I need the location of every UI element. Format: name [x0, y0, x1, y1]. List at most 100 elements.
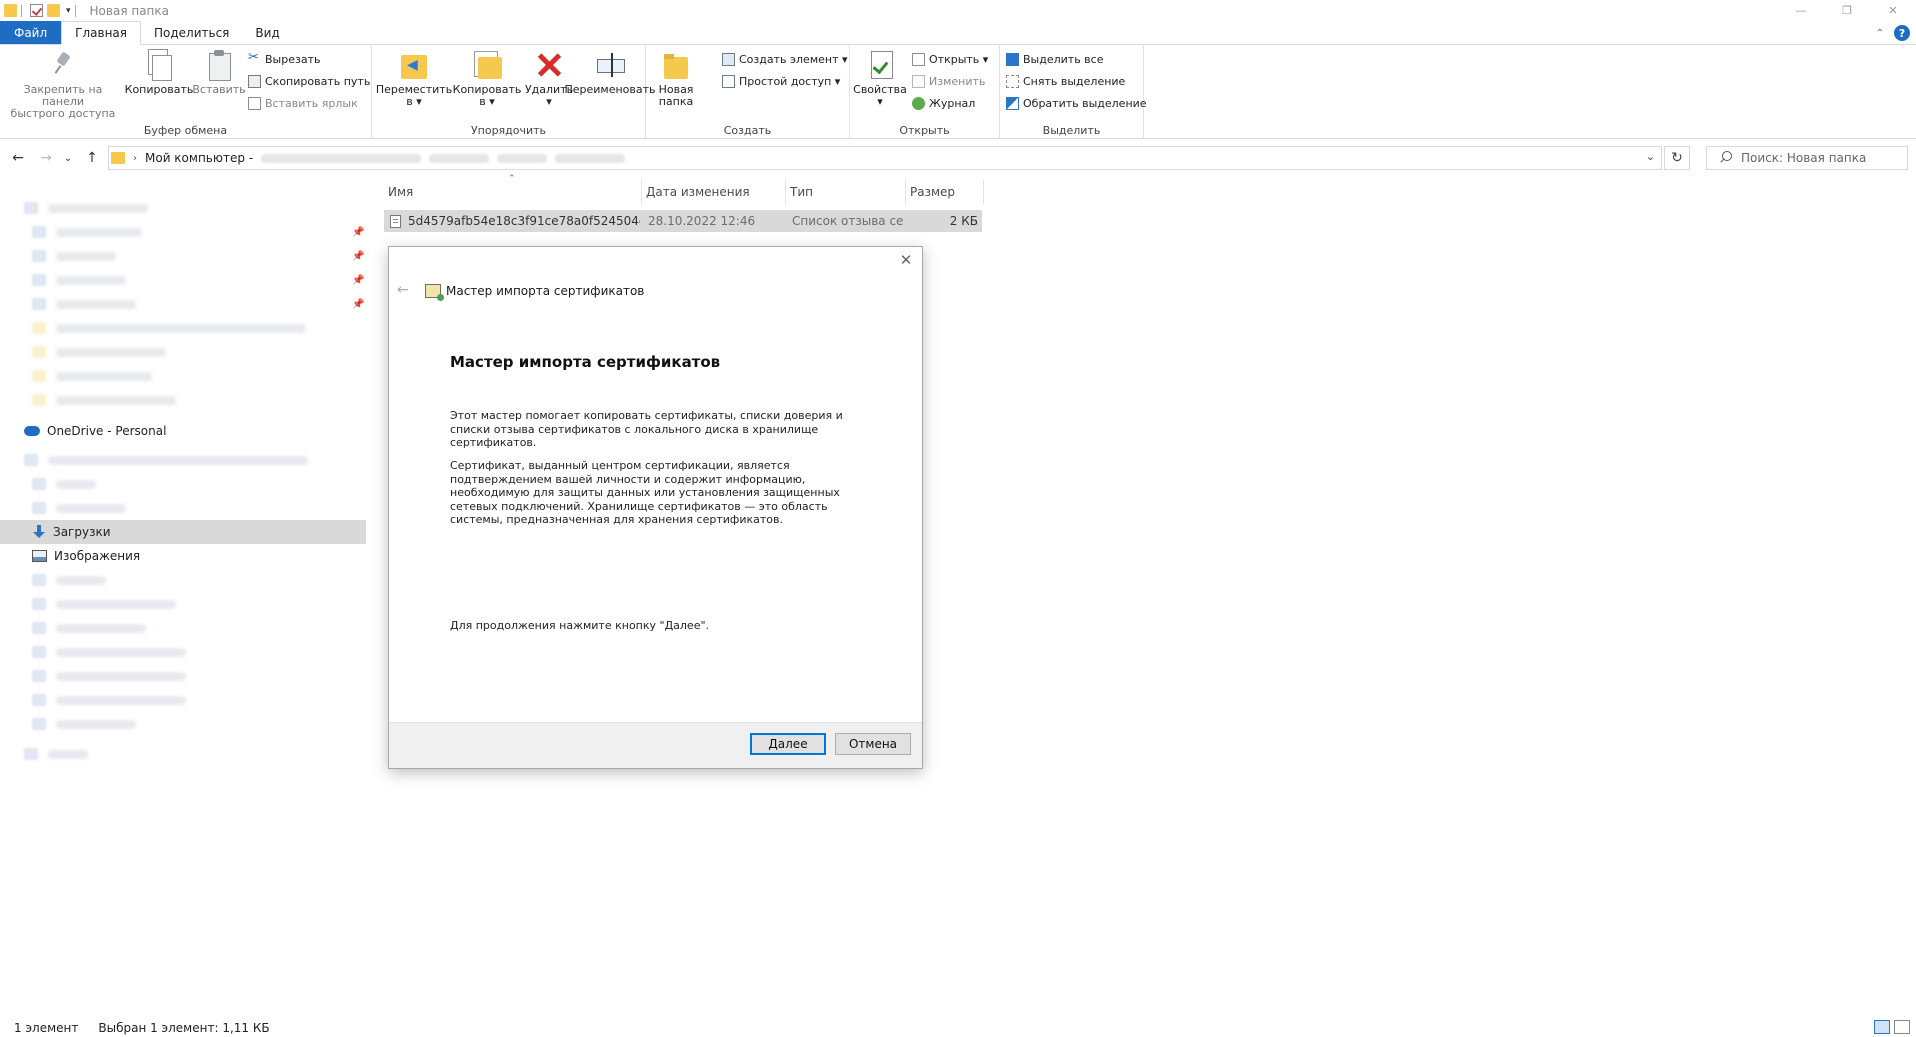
details-view-icon[interactable] [1874, 1020, 1890, 1034]
nav-item-folder[interactable] [0, 316, 366, 340]
file-name: 5d4579afb54e18c3f91ce78a0f524504ca28... [408, 214, 640, 228]
blurred-path-segment [497, 153, 548, 163]
invert-selection-button[interactable]: Обратить выделение [1006, 94, 1147, 112]
nav-item-pictures-pinned[interactable]: 📌 [0, 292, 366, 316]
dialog-back-button[interactable]: ← [397, 282, 409, 298]
nav-item-network[interactable] [0, 742, 366, 766]
forward-button[interactable]: → [36, 146, 56, 170]
copy-path-button[interactable]: Скопировать путь [248, 72, 370, 90]
cut-button[interactable]: Вырезать [248, 50, 320, 68]
new-folder-quick-icon[interactable] [47, 4, 60, 17]
open-button[interactable]: Открыть ▾ [912, 50, 988, 68]
blurred-label [56, 599, 176, 609]
history-button[interactable]: Журнал [912, 94, 975, 112]
search-box[interactable] [1706, 146, 1908, 170]
nav-item-drive[interactable] [0, 640, 366, 664]
new-group: Новая папка Создать элемент ▾ Простой до… [646, 45, 850, 139]
nav-item-downloads[interactable]: Загрузки [0, 520, 366, 544]
nav-item-onedrive[interactable]: OneDrive - Personal [0, 419, 366, 443]
properties-quick-icon[interactable] [30, 4, 43, 17]
nav-item-music[interactable] [0, 568, 366, 592]
select-all-label: Выделить все [1023, 52, 1104, 66]
nav-item-folder[interactable] [0, 340, 366, 364]
downloads-label: Загрузки [53, 525, 111, 539]
nav-item-desktop[interactable]: 📌 [0, 220, 366, 244]
nav-item-drive[interactable] [0, 712, 366, 736]
blurred-label [56, 479, 96, 489]
up-button[interactable]: ↑ [82, 146, 102, 170]
blurred-label [48, 203, 148, 213]
address-root[interactable]: Мой компьютер - [145, 151, 253, 165]
help-icon[interactable]: ? [1894, 25, 1910, 41]
window-controls: — ❐ ✕ [1778, 0, 1916, 21]
select-all-button[interactable]: Выделить все [1006, 50, 1103, 68]
tab-file[interactable]: Файл [0, 21, 62, 44]
large-icons-view-icon[interactable] [1894, 1020, 1910, 1034]
nav-item-this-pc[interactable] [0, 448, 366, 472]
search-input[interactable] [1741, 151, 1901, 165]
new-item-icon [722, 52, 735, 66]
cancel-button[interactable]: Отмена [835, 733, 911, 755]
move-to-label-line2: в ▾ [406, 95, 422, 108]
properties-button[interactable]: Свойства ▾ [853, 49, 907, 108]
refresh-button[interactable]: ↻ [1664, 146, 1690, 170]
recent-locations-button[interactable]: ⌄ [62, 146, 74, 170]
table-row[interactable]: 5d4579afb54e18c3f91ce78a0f524504ca28... … [384, 210, 982, 232]
column-type[interactable]: Тип [786, 180, 906, 204]
dialog-close-button[interactable]: ✕ [898, 252, 914, 268]
new-item-button[interactable]: Создать элемент ▾ [722, 50, 848, 68]
paste-button[interactable]: Вставить [192, 49, 246, 96]
copy-path-icon [248, 74, 261, 88]
next-button[interactable]: Далее [750, 733, 826, 755]
nav-item-drive[interactable] [0, 688, 366, 712]
nav-item-folder[interactable] [0, 388, 366, 412]
nav-item-videos[interactable] [0, 472, 366, 496]
cut-label: Вырезать [265, 52, 321, 66]
restore-button[interactable]: ❐ [1824, 0, 1870, 21]
blurred-label [56, 371, 152, 381]
blurred-icon [24, 202, 38, 214]
chevron-right-icon[interactable]: › [133, 153, 137, 164]
back-button[interactable]: ← [8, 146, 28, 170]
move-to-button[interactable]: Переместить в ▾ [376, 49, 452, 108]
edit-button[interactable]: Изменить [912, 72, 985, 90]
column-date-modified[interactable]: Дата изменения [642, 180, 786, 204]
nav-item-desktop-pc[interactable] [0, 616, 366, 640]
nav-item-3d-objects[interactable] [0, 592, 366, 616]
pin-icon[interactable]: 📌 [352, 227, 364, 238]
nav-item-downloads-pinned[interactable]: 📌 [0, 244, 366, 268]
close-button[interactable]: ✕ [1870, 0, 1916, 21]
collapse-ribbon-icon[interactable]: ⌃ [1876, 28, 1884, 39]
address-bar[interactable]: › Мой компьютер - ⌄ [108, 146, 1662, 170]
delete-button[interactable]: Удалить ▾ [524, 49, 574, 108]
nav-item-documents[interactable] [0, 496, 366, 520]
pin-icon[interactable]: 📌 [352, 299, 364, 310]
minimize-button[interactable]: — [1778, 0, 1824, 21]
nav-item-drive[interactable] [0, 664, 366, 688]
nav-item-folder[interactable] [0, 364, 366, 388]
column-name[interactable]: Имя [384, 180, 642, 204]
pin-icon[interactable]: 📌 [352, 275, 364, 286]
pin-icon[interactable]: 📌 [352, 251, 364, 262]
folder-icon [111, 152, 125, 164]
tab-share[interactable]: Поделиться [141, 21, 242, 44]
customize-quick-access-icon[interactable]: ▾ [66, 6, 71, 16]
column-size[interactable]: Размер [906, 180, 984, 204]
paste-shortcut-button[interactable]: Вставить ярлык [248, 94, 358, 112]
tab-home[interactable]: Главная [61, 21, 141, 45]
nav-item-pictures[interactable]: Изображения [0, 544, 366, 568]
rename-button[interactable]: Переименовать [564, 49, 656, 96]
copy-button[interactable]: Копировать [125, 49, 193, 96]
select-none-button[interactable]: Снять выделение [1006, 72, 1125, 90]
nav-item-documents-pinned[interactable]: 📌 [0, 268, 366, 292]
nav-item-quick-access[interactable] [0, 196, 366, 220]
new-folder-button[interactable]: Новая папка [652, 49, 700, 108]
easy-access-button[interactable]: Простой доступ ▾ [722, 72, 840, 90]
blurred-label [56, 575, 106, 585]
copy-to-button[interactable]: Копировать в ▾ [452, 49, 522, 108]
address-dropdown-icon[interactable]: ⌄ [1646, 150, 1655, 163]
pin-icon [48, 49, 78, 81]
pin-quick-access-button[interactable]: Закрепить на панели быстрого доступа [4, 49, 122, 120]
tab-view[interactable]: Вид [242, 21, 292, 44]
blurred-icon [32, 622, 46, 634]
